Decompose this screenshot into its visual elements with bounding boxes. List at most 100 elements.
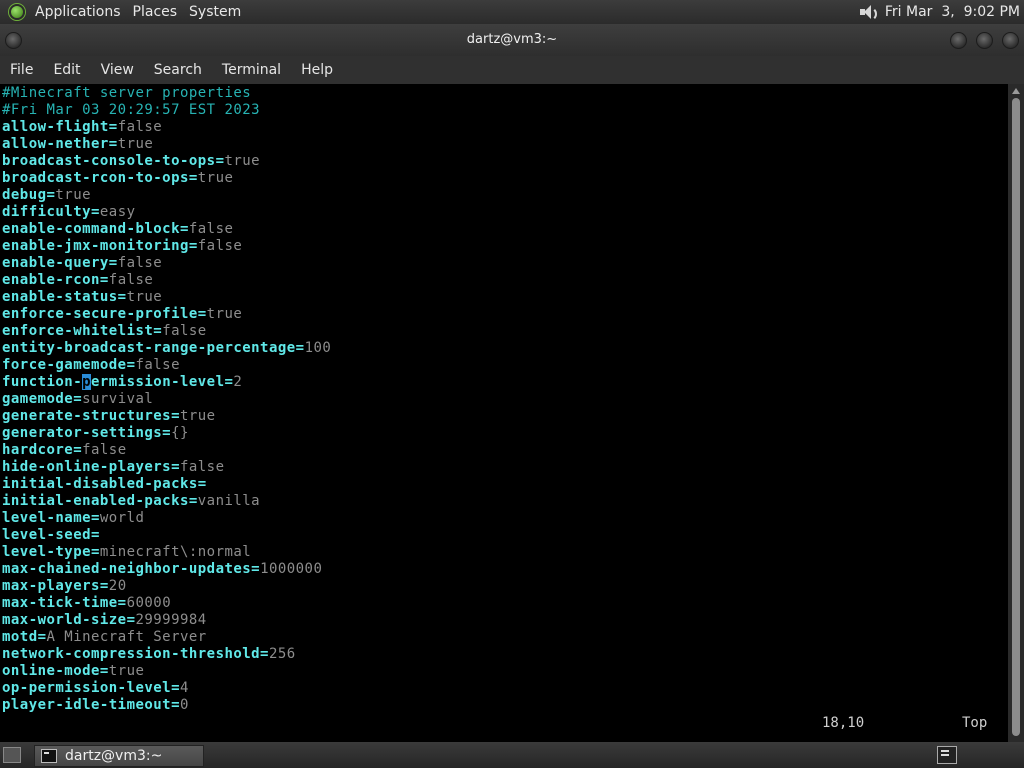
property-line: entity-broadcast-range-percentage=100 <box>2 340 331 357</box>
show-desktop-icon[interactable] <box>3 747 21 763</box>
maximize-icon[interactable] <box>976 32 993 49</box>
property-line: enforce-secure-profile=true <box>2 306 242 323</box>
property-value: true <box>117 136 154 152</box>
property-line: max-world-size=29999984 <box>2 612 207 629</box>
property-value: vanilla <box>197 493 261 509</box>
property-line: broadcast-rcon-to-ops=true <box>2 170 233 187</box>
property-line: network-compression-threshold=256 <box>2 646 296 663</box>
gnome-foot-icon[interactable] <box>9 4 25 20</box>
property-value: true <box>108 663 145 679</box>
property-key: allow-nether= <box>2 136 118 152</box>
property-key: enforce-whitelist= <box>2 323 163 339</box>
property-value: false <box>117 119 163 135</box>
text-cursor: p <box>82 374 91 390</box>
scrollbar-thumb[interactable] <box>1012 98 1020 736</box>
property-line: enable-status=true <box>2 289 162 306</box>
property-value: 20 <box>108 578 127 594</box>
property-value: 29999984 <box>135 612 207 628</box>
property-key: force-gamemode= <box>2 357 136 373</box>
cursor-position: 18,10 <box>822 715 865 731</box>
property-key: level-seed= <box>2 527 100 543</box>
property-key: initial-enabled-packs= <box>2 493 198 509</box>
property-key: level-name= <box>2 510 100 526</box>
property-key: max-world-size= <box>2 612 136 628</box>
property-value: 60000 <box>126 595 172 611</box>
menu-view[interactable]: View <box>91 62 144 78</box>
property-key: debug= <box>2 187 56 203</box>
property-line: gamemode=survival <box>2 391 153 408</box>
property-line: hide-online-players=false <box>2 459 224 476</box>
property-line: hardcore=false <box>2 442 127 459</box>
property-line: level-type=minecraft\:normal <box>2 544 251 561</box>
property-line: level-seed= <box>2 527 100 544</box>
menu-terminal[interactable]: Terminal <box>212 62 291 78</box>
close-icon[interactable] <box>1002 32 1019 49</box>
property-line: enable-rcon=false <box>2 272 153 289</box>
property-value: 4 <box>179 680 189 696</box>
terminal-area[interactable]: #Minecraft server properties #Fri Mar 03 … <box>0 84 1008 742</box>
property-line: function-permission-level=2 <box>2 374 242 391</box>
property-value: 1000000 <box>260 561 323 577</box>
property-key: enforce-secure-profile= <box>2 306 207 322</box>
minimize-icon[interactable] <box>950 32 967 49</box>
property-key: generator-settings= <box>2 425 172 441</box>
property-line: difficulty=easy <box>2 204 136 221</box>
window-titlebar[interactable]: dartz@vm3:~ <box>0 24 1024 56</box>
property-key: enable-command-block= <box>2 221 189 237</box>
property-value: false <box>179 459 225 475</box>
panel-menu: Applications Places System <box>29 0 247 24</box>
clock[interactable]: Fri Mar 3, 9:02 PM <box>885 4 1020 20</box>
terminal-icon <box>41 749 57 763</box>
property-value: survival <box>82 391 154 407</box>
property-key: player-idle-timeout= <box>2 697 180 713</box>
terminal-icon[interactable] <box>937 746 957 764</box>
property-key: entity-broadcast-range-percentage= <box>2 340 305 356</box>
property-key: enable-status= <box>2 289 127 305</box>
property-line: debug=true <box>2 187 91 204</box>
top-panel: Applications Places System Fri Mar 3, 9:… <box>0 0 1024 24</box>
property-key: max-chained-neighbor-updates= <box>2 561 261 577</box>
places-menu[interactable]: Places <box>127 0 184 24</box>
property-value: easy <box>99 204 136 220</box>
property-value: world <box>99 510 145 526</box>
property-line: enable-command-block=false <box>2 221 233 238</box>
property-key: max-tick-time= <box>2 595 127 611</box>
applications-menu[interactable]: Applications <box>29 0 127 24</box>
menu-edit[interactable]: Edit <box>43 62 90 78</box>
property-value: false <box>188 221 234 237</box>
property-line: enforce-whitelist=false <box>2 323 207 340</box>
property-line: allow-flight=false <box>2 119 162 136</box>
property-key: function-permission-level= <box>2 374 234 390</box>
property-value: {} <box>171 425 189 441</box>
menu-search[interactable]: Search <box>144 62 212 78</box>
property-line: motd=A Minecraft Server <box>2 629 207 646</box>
property-value: true <box>197 170 234 186</box>
property-value: 100 <box>304 340 332 356</box>
property-line: initial-enabled-packs=vanilla <box>2 493 260 510</box>
terminal-scrollbar[interactable] <box>1008 84 1024 742</box>
menu-help[interactable]: Help <box>291 62 343 78</box>
speaker-icon[interactable] <box>857 3 877 21</box>
property-value: false <box>108 272 154 288</box>
property-key: enable-rcon= <box>2 272 109 288</box>
property-key: broadcast-console-to-ops= <box>2 153 225 169</box>
window-title: dartz@vm3:~ <box>466 32 558 47</box>
scroll-up-icon[interactable] <box>1012 88 1020 94</box>
property-line: initial-disabled-packs= <box>2 476 207 493</box>
menu-file[interactable]: File <box>0 62 43 78</box>
property-line: generate-structures=true <box>2 408 216 425</box>
taskbar-item-terminal[interactable]: dartz@vm3:~ <box>34 745 204 767</box>
property-value: false <box>197 238 243 254</box>
property-key: online-mode= <box>2 663 109 679</box>
property-key: motd= <box>2 629 47 645</box>
property-line: max-chained-neighbor-updates=1000000 <box>2 561 322 578</box>
property-value: 0 <box>179 697 189 713</box>
property-key: difficulty= <box>2 204 100 220</box>
system-menu[interactable]: System <box>183 0 247 24</box>
property-value: 2 <box>233 374 243 390</box>
property-key: hide-online-players= <box>2 459 180 475</box>
property-value: minecraft\:normal <box>99 544 252 560</box>
property-key: level-type= <box>2 544 100 560</box>
property-key: hardcore= <box>2 442 83 458</box>
property-value: false <box>117 255 163 271</box>
